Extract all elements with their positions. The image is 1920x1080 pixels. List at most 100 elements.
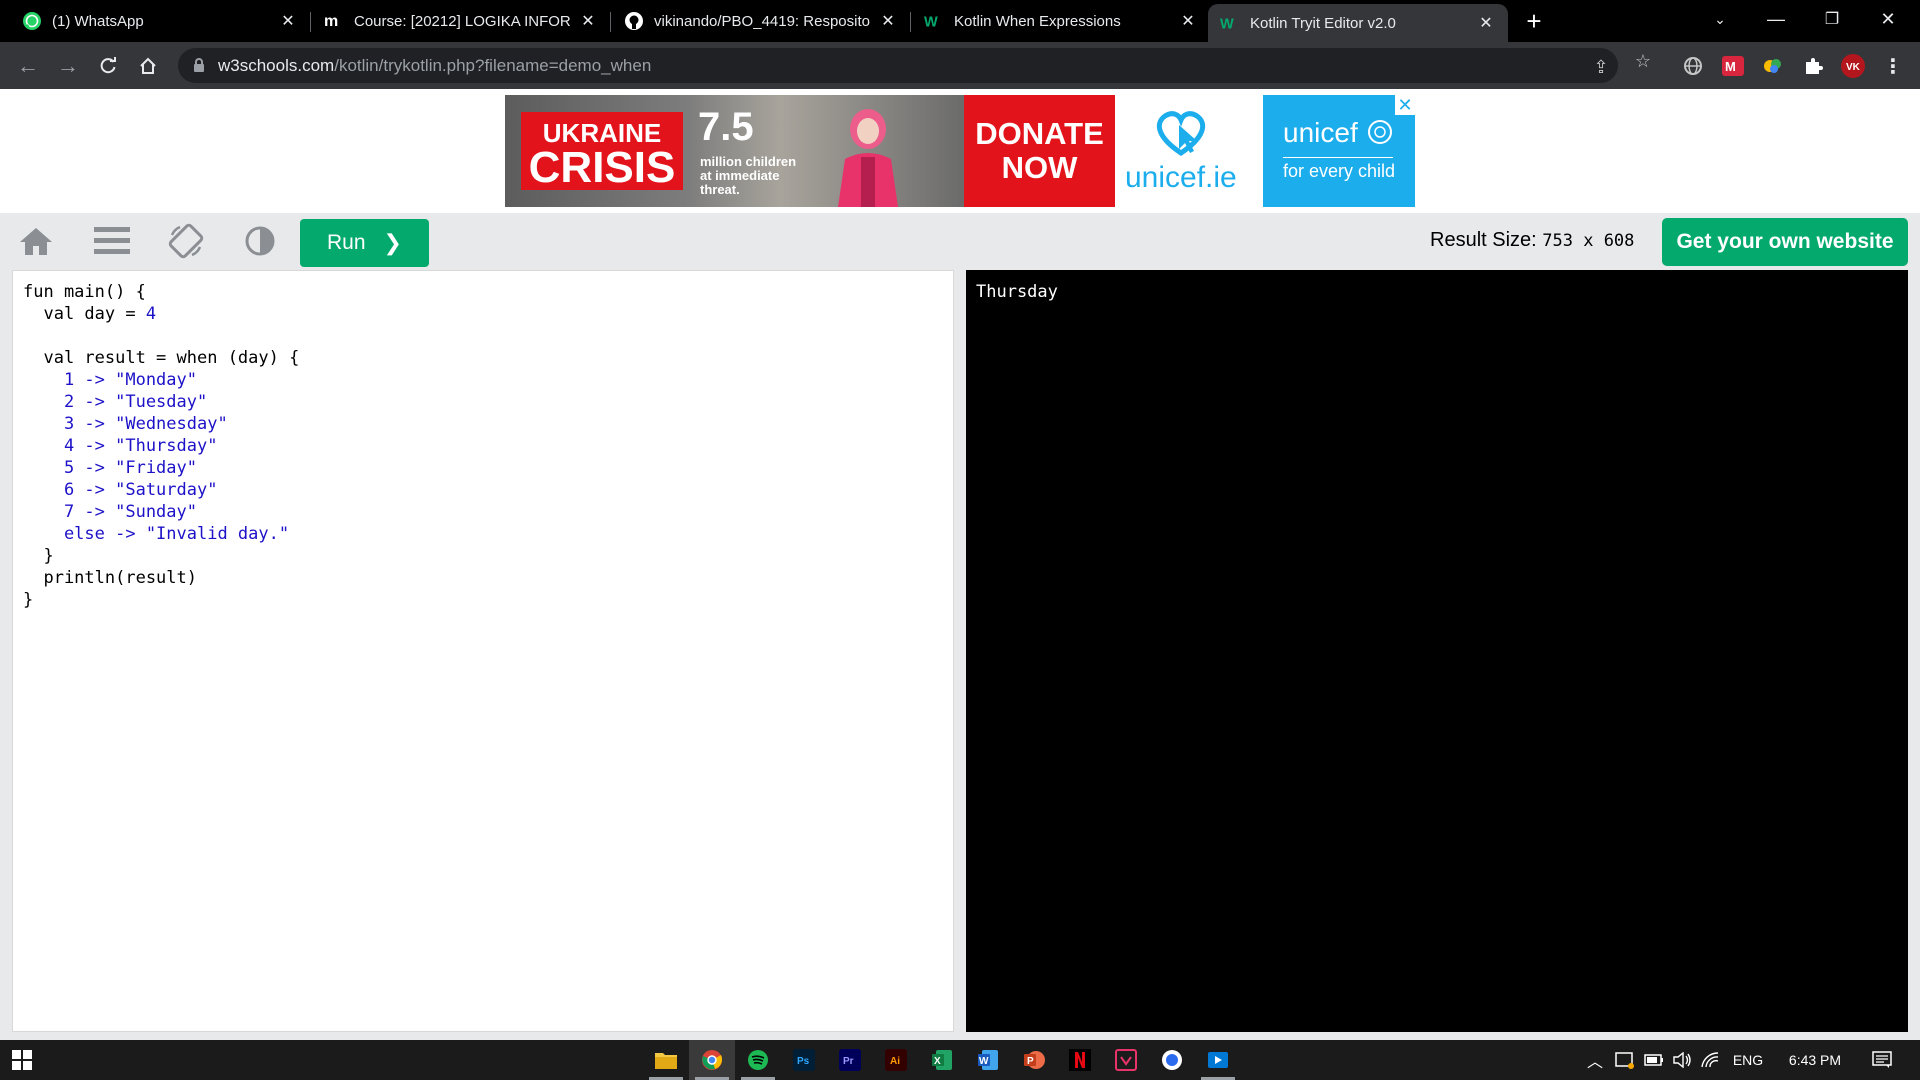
code-text[interactable]: fun main() { val day = 4 val result = wh… <box>23 281 299 611</box>
signal-icon[interactable] <box>1149 1040 1195 1080</box>
share-icon[interactable]: ⇪ <box>1590 56 1612 78</box>
vectr-icon[interactable] <box>1103 1040 1149 1080</box>
tab-github[interactable]: vikinando/PBO_4419: Respositor ✕ <box>612 0 910 42</box>
excel-icon[interactable]: X <box>919 1040 965 1080</box>
code-editor[interactable]: fun main() { val day = 4 val result = wh… <box>12 270 954 1032</box>
svg-text:m: m <box>324 13 338 30</box>
browser-toolbar: ← → w3schools.com/kotlin/trykotlin.php?f… <box>0 42 1920 89</box>
code-line: else -> "Invalid day." <box>23 524 290 544</box>
tab-search-icon[interactable]: ⌄ <box>1694 0 1746 38</box>
ad-tagline: for every child <box>1283 161 1396 181</box>
unicef-ad-banner[interactable]: UKRAINE CRISIS 7.5 million children at i… <box>505 95 1415 207</box>
chrome-icon[interactable] <box>689 1040 735 1080</box>
premiere-icon[interactable]: Pr <box>827 1040 873 1080</box>
restore-button[interactable]: ❐ <box>1806 0 1858 38</box>
battery-icon[interactable] <box>1640 1040 1668 1080</box>
code-line: 5 -> "Friday" <box>23 458 197 478</box>
extensions-puzzle-icon[interactable] <box>1800 53 1826 79</box>
donate-now-button[interactable]: DONATE NOW <box>964 95 1115 207</box>
wifi-icon[interactable] <box>1696 1040 1724 1080</box>
w3schools-icon: W <box>924 11 944 31</box>
code-line: } <box>23 590 34 610</box>
clock[interactable]: 6:43 PM <box>1778 1040 1852 1080</box>
moodle-icon: m <box>324 11 344 31</box>
home-button[interactable] <box>132 50 164 82</box>
tab-kotlin-when[interactable]: W Kotlin When Expressions ✕ <box>912 0 1210 42</box>
start-button[interactable] <box>0 1040 44 1080</box>
powerpoint-icon[interactable]: P <box>1011 1040 1057 1080</box>
svg-text:W: W <box>979 1056 989 1067</box>
tab-course[interactable]: m Course: [20212] LOGIKA INFORM ✕ <box>312 0 610 42</box>
tab-close-icon[interactable]: ✕ <box>578 11 598 31</box>
home-icon <box>20 228 52 255</box>
ad-caption: million children at immediate threat. <box>700 154 797 197</box>
new-tab-button[interactable]: + <box>1520 8 1548 36</box>
globe-extension-icon[interactable] <box>1680 53 1706 79</box>
menu-button[interactable] <box>90 221 134 261</box>
chrome-menu-icon[interactable]: ⋮ <box>1880 53 1906 79</box>
language-indicator[interactable]: ENG <box>1728 1040 1768 1080</box>
tab-kotlin-tryit[interactable]: W Kotlin Tryit Editor v2.0 ✕ <box>1208 4 1508 42</box>
address-bar[interactable]: w3schools.com/kotlin/trykotlin.php?filen… <box>178 48 1618 83</box>
profile-avatar[interactable]: VK <box>1840 53 1866 79</box>
ad-zone: UKRAINE CRISIS 7.5 million children at i… <box>0 89 1920 213</box>
minimize-button[interactable]: — <box>1750 0 1802 38</box>
ad-close-icon[interactable]: ✕ <box>1395 95 1415 115</box>
run-button[interactable]: Run ❯ <box>300 219 429 267</box>
bookmark-star-icon[interactable]: ☆ <box>1632 50 1654 72</box>
netflix-icon[interactable] <box>1057 1040 1103 1080</box>
azure-data-studio-icon[interactable] <box>1195 1040 1241 1080</box>
contrast-icon <box>245 226 275 256</box>
code-line: } <box>23 546 54 566</box>
illustrator-icon[interactable]: Ai <box>873 1040 919 1080</box>
editor-toolbar: Run ❯ Result Size: 753 x 608 Get your ow… <box>0 213 1920 270</box>
unicef-globe-icon <box>1368 120 1392 144</box>
notifications-icon[interactable] <box>1862 1040 1902 1080</box>
show-hidden-icons-chevron-icon[interactable]: ︿ <box>1580 1040 1610 1080</box>
ad-brand: unicef <box>1283 117 1358 148</box>
svg-text:VK: VK <box>1846 62 1861 73</box>
code-line: 1 -> "Monday" <box>23 370 197 390</box>
back-button[interactable]: ← <box>12 50 44 82</box>
svg-text:X: X <box>934 1056 941 1067</box>
mendeley-extension-icon[interactable]: M <box>1720 53 1746 79</box>
code-literal: 4 <box>145 304 157 324</box>
reload-button[interactable] <box>92 50 124 82</box>
rotate-layout-button[interactable] <box>164 221 208 261</box>
word-icon[interactable]: W <box>965 1040 1011 1080</box>
run-label: Run <box>327 231 366 254</box>
svg-text:Ai: Ai <box>890 1056 900 1067</box>
hamburger-icon <box>94 227 130 254</box>
volume-icon[interactable] <box>1668 1040 1696 1080</box>
svg-text:M: M <box>1725 59 1736 74</box>
ad-crisis-panel: UKRAINE CRISIS 7.5 million children at i… <box>505 95 964 207</box>
drive-extension-icon[interactable] <box>1760 53 1786 79</box>
get-your-own-website-button[interactable]: Get your own website <box>1662 218 1908 266</box>
theme-toggle-button[interactable] <box>238 221 282 261</box>
tab-close-icon[interactable]: ✕ <box>1178 11 1198 31</box>
spotify-icon[interactable] <box>735 1040 781 1080</box>
file-explorer-icon[interactable] <box>643 1040 689 1080</box>
photoshop-icon[interactable]: Ps <box>781 1040 827 1080</box>
close-window-button[interactable]: ✕ <box>1862 0 1914 38</box>
tab-close-icon[interactable]: ✕ <box>1476 13 1496 33</box>
tab-close-icon[interactable]: ✕ <box>278 11 298 31</box>
lock-icon <box>194 58 204 72</box>
result-size: Result Size: 753 x 608 <box>1430 229 1634 252</box>
home-link[interactable] <box>14 221 58 261</box>
meet-now-icon[interactable] <box>1610 1040 1640 1080</box>
code-line: 3 -> "Wednesday" <box>23 414 228 434</box>
tab-divider <box>310 12 311 32</box>
ukraine-crisis-label: UKRAINE CRISIS <box>521 112 683 190</box>
windows-logo-icon <box>12 1050 32 1070</box>
svg-text:W: W <box>924 14 938 30</box>
ad-divider <box>1283 157 1393 158</box>
tab-close-icon[interactable]: ✕ <box>878 11 898 31</box>
forward-button[interactable]: → <box>52 50 84 82</box>
tab-whatsapp[interactable]: (1) WhatsApp ✕ <box>10 0 310 42</box>
code-line: 4 -> "Thursday" <box>23 436 218 456</box>
tab-title: Course: [20212] LOGIKA INFORM <box>354 12 570 30</box>
code-line: println(result) <box>23 568 197 588</box>
w3schools-icon: W <box>1220 13 1240 33</box>
